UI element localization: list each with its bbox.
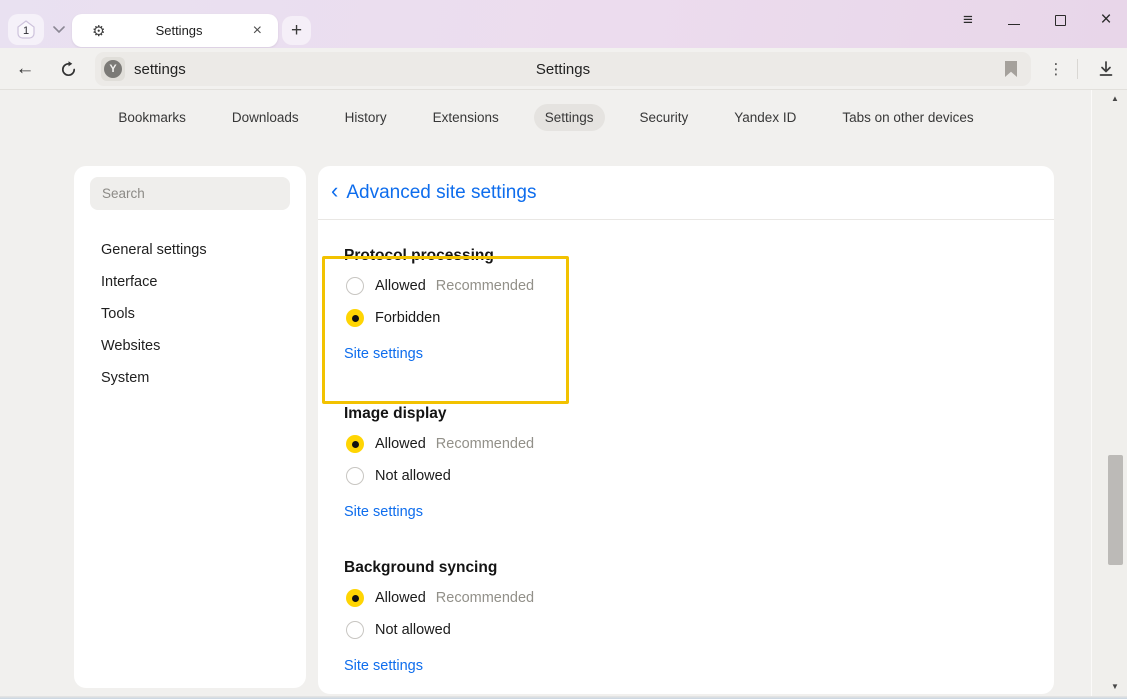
nav-tab-yandex-id[interactable]: Yandex ID	[723, 104, 807, 131]
search-input[interactable]	[90, 177, 290, 210]
radio-icon[interactable]	[346, 277, 364, 295]
maximize-icon	[1055, 15, 1066, 26]
radio-option-forbidden[interactable]: Forbidden	[344, 302, 1028, 334]
nav-tab-extensions[interactable]: Extensions	[422, 104, 510, 131]
recommended-note: Recommended	[436, 436, 534, 452]
bookmark-icon	[1005, 61, 1017, 77]
radio-label: Allowed	[375, 436, 426, 452]
recommended-note: Recommended	[436, 590, 534, 606]
section-background-syncing: Background syncing Allowed Recommended N…	[344, 558, 1028, 676]
sidebar-item-system[interactable]: System	[74, 362, 306, 394]
radio-option-allowed[interactable]: Allowed Recommended	[344, 428, 1028, 460]
radio-label: Not allowed	[375, 622, 451, 638]
window-controls: ≡ ×	[959, 0, 1115, 40]
radio-icon[interactable]	[346, 435, 364, 453]
downloads-button[interactable]	[1090, 48, 1122, 90]
sidebar-item-interface[interactable]: Interface	[74, 266, 306, 298]
toolbar: ← Y settings Settings ⋮	[0, 48, 1127, 90]
window-close-button[interactable]: ×	[1097, 11, 1115, 29]
radio-icon[interactable]	[346, 309, 364, 327]
nav-tab-bookmarks[interactable]: Bookmarks	[107, 104, 197, 131]
tab-close-icon[interactable]: ×	[253, 22, 262, 40]
radio-option-allowed[interactable]: Allowed Recommended	[344, 582, 1028, 614]
chevron-down-icon	[53, 26, 65, 33]
toolbar-divider	[1077, 59, 1078, 79]
bookmark-button[interactable]	[1005, 61, 1017, 77]
section-image-display: Image display Allowed Recommended Not al…	[344, 404, 1028, 522]
radio-option-not-allowed[interactable]: Not allowed	[344, 460, 1028, 492]
scroll-down-icon[interactable]: ▼	[1109, 682, 1121, 691]
radio-label: Forbidden	[375, 310, 440, 326]
sidebar-item-websites[interactable]: Websites	[74, 330, 306, 362]
main-settings-panel: ‹ Advanced site settings Protocol proces…	[318, 166, 1054, 694]
site-settings-link[interactable]: Site settings	[344, 656, 423, 676]
radio-label: Allowed	[375, 590, 426, 606]
back-link-label: Advanced site settings	[346, 182, 536, 204]
tab-group-count: 1	[15, 19, 37, 41]
sidebar-item-general-settings[interactable]: General settings	[74, 234, 306, 266]
back-chevron-icon: ‹	[331, 180, 338, 205]
radio-option-not-allowed[interactable]: Not allowed	[344, 614, 1028, 646]
url-text[interactable]: settings	[134, 61, 186, 78]
nav-tab-security[interactable]: Security	[629, 104, 700, 131]
maximize-button[interactable]	[1051, 11, 1069, 29]
radio-label: Not allowed	[375, 468, 451, 484]
tab-settings[interactable]: ⚙ Settings ×	[72, 14, 278, 47]
section-title: Image display	[344, 404, 1028, 424]
tab-group-shield-icon: 1	[15, 19, 37, 41]
settings-sidebar: General settings Interface Tools Website…	[74, 166, 306, 688]
titlebar: 1 ⚙ Settings × + ≡ ×	[0, 0, 1127, 48]
page-title: Settings	[95, 61, 1031, 78]
section-title: Protocol processing	[344, 246, 1028, 266]
sidebar-item-tools[interactable]: Tools	[74, 298, 306, 330]
minimize-icon	[1008, 24, 1020, 25]
nav-tab-other-devices[interactable]: Tabs on other devices	[831, 104, 984, 131]
advanced-site-settings-back-link[interactable]: ‹ Advanced site settings	[331, 180, 536, 205]
new-tab-button[interactable]: +	[282, 16, 311, 45]
radio-label: Allowed	[375, 278, 426, 294]
radio-icon[interactable]	[346, 589, 364, 607]
radio-option-allowed[interactable]: Allowed Recommended	[344, 270, 1028, 302]
settings-page: Bookmarks Downloads History Extensions S…	[0, 90, 1127, 699]
page-scrollbar[interactable]: ▲ ▼	[1092, 90, 1127, 699]
recommended-note: Recommended	[436, 278, 534, 294]
gear-icon: ⚙	[92, 22, 105, 40]
tab-group-button[interactable]: 1	[8, 14, 44, 45]
site-icon-badge[interactable]: Y	[101, 57, 125, 81]
tab-title: Settings	[105, 23, 252, 38]
yandex-site-icon: Y	[104, 60, 122, 78]
extensions-menu-button[interactable]: ⋮	[1046, 48, 1066, 90]
section-title: Background syncing	[344, 558, 1028, 578]
reload-icon	[60, 61, 77, 78]
main-header: ‹ Advanced site settings	[318, 166, 1054, 220]
download-icon	[1098, 61, 1114, 77]
nav-tab-settings[interactable]: Settings	[534, 104, 605, 131]
back-button[interactable]: ←	[8, 48, 42, 90]
site-settings-link[interactable]: Site settings	[344, 502, 423, 522]
reload-button[interactable]	[51, 48, 85, 90]
radio-icon[interactable]	[346, 621, 364, 639]
nav-tab-history[interactable]: History	[334, 104, 398, 131]
section-protocol-processing: Protocol processing Allowed Recommended …	[344, 246, 1028, 364]
scrollbar-thumb[interactable]	[1108, 455, 1123, 565]
settings-nav-row: Bookmarks Downloads History Extensions S…	[0, 104, 1092, 131]
scroll-up-icon[interactable]: ▲	[1109, 94, 1121, 103]
browser-menu-icon[interactable]: ≡	[959, 11, 977, 29]
minimize-button[interactable]	[1005, 11, 1023, 29]
site-settings-link[interactable]: Site settings	[344, 344, 423, 364]
tab-list-chevron-button[interactable]	[46, 14, 72, 45]
nav-tab-downloads[interactable]: Downloads	[221, 104, 310, 131]
address-bar[interactable]: Y settings Settings	[95, 52, 1031, 86]
radio-icon[interactable]	[346, 467, 364, 485]
